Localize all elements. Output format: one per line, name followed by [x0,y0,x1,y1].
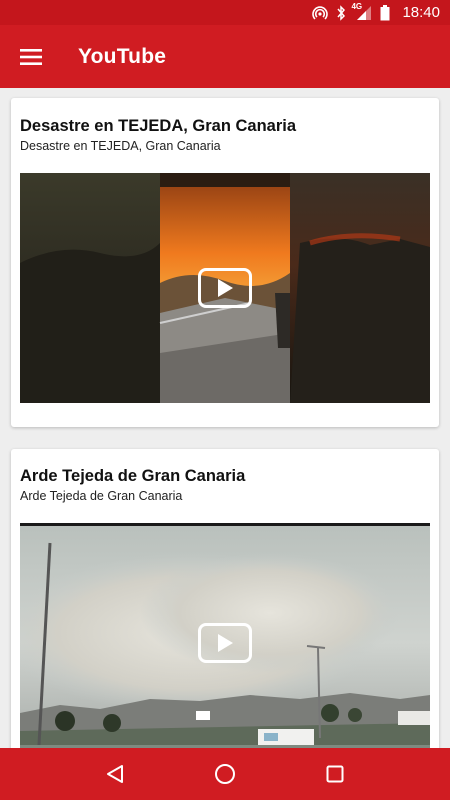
play-icon [218,279,233,297]
video-card[interactable]: Desastre en TEJEDA, Gran Canaria Desastr… [11,98,439,427]
status-time: 18:40 [402,4,440,21]
back-icon [107,765,123,783]
video-thumbnail[interactable] [20,523,430,748]
hotspot-icon [312,4,329,22]
play-button[interactable] [198,268,252,308]
recents-button[interactable] [310,749,360,799]
video-subtitle: Desastre en TEJEDA, Gran Canaria [20,139,221,153]
bluetooth-icon [336,4,346,22]
app-bar: YouTube [0,25,450,88]
play-button[interactable] [198,623,252,663]
play-icon [218,634,233,652]
home-icon [215,764,235,784]
battery-icon [380,4,390,22]
video-subtitle: Arde Tejeda de Gran Canaria [20,489,183,503]
recents-icon [326,765,344,783]
navigation-bar [0,748,450,800]
back-button[interactable] [90,749,140,799]
status-bar: 4G 18:40 [0,0,450,25]
hamburger-menu-icon [20,48,42,65]
video-thumbnail[interactable] [20,173,430,403]
app-title: YouTube [78,44,167,68]
video-list[interactable]: Desastre en TEJEDA, Gran Canaria Desastr… [0,88,450,748]
menu-button[interactable] [0,25,62,88]
network-type-label: 4G [351,1,363,11]
video-title[interactable]: Arde Tejeda de Gran Canaria [20,467,245,486]
signal-icon: 4G [351,1,372,22]
home-button[interactable] [200,749,250,799]
video-card[interactable]: Arde Tejeda de Gran Canaria Arde Tejeda … [11,449,439,748]
video-title[interactable]: Desastre en TEJEDA, Gran Canaria [20,117,296,136]
